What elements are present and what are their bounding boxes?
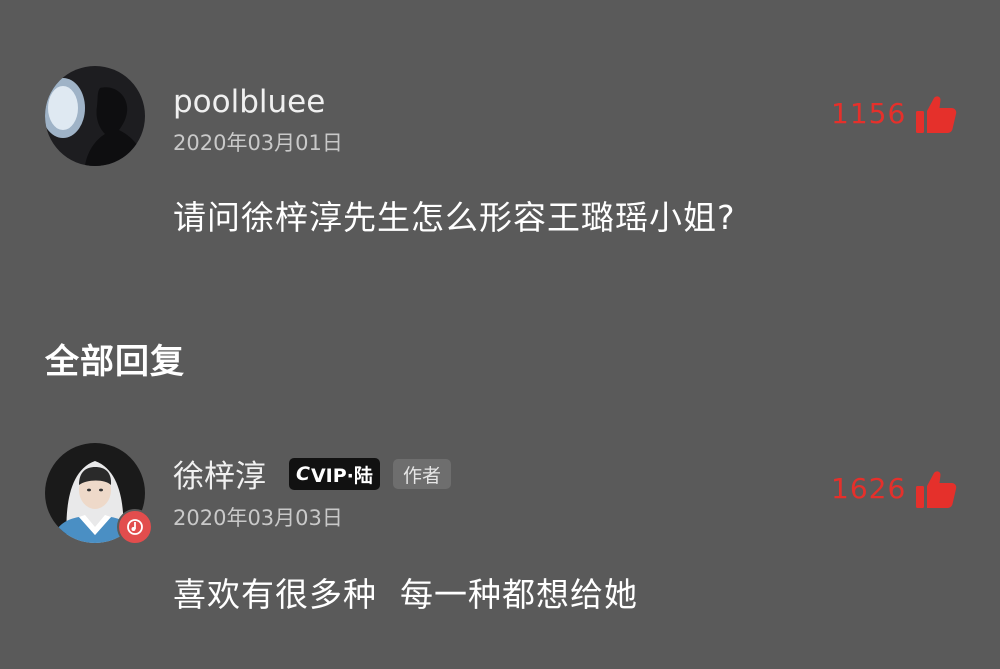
all-replies-heading: 全部回复 xyxy=(45,342,185,382)
reply-like-button[interactable]: 1626 xyxy=(831,467,958,511)
vip-badge-label: VIP·陆 xyxy=(310,464,373,487)
reply-date: 2020年03月03日 xyxy=(173,506,343,530)
author-badge: 作者 xyxy=(393,459,452,489)
reply-text: 喜欢有很多种 每一种都想给她 xyxy=(173,575,638,614)
comment-like-count: 1156 xyxy=(831,97,907,130)
vip-badge-prefix: C xyxy=(296,463,310,485)
commenter-avatar[interactable] xyxy=(45,66,145,166)
commenter-avatar-image xyxy=(45,66,145,166)
thumbs-up-icon xyxy=(916,96,957,133)
comment-text: 请问徐梓淳先生怎么形容王璐瑶小姐? xyxy=(173,198,736,237)
vip-badge: C VIP·陆 xyxy=(289,458,380,490)
thumbs-up-icon xyxy=(916,471,957,508)
reply-username[interactable]: 徐梓淳 xyxy=(173,462,266,493)
reply-like-count: 1626 xyxy=(831,472,907,505)
music-note-icon xyxy=(117,509,153,545)
comment-date: 2020年03月01日 xyxy=(173,131,343,155)
commenter-username[interactable]: poolbluee xyxy=(173,87,325,118)
comment-like-button[interactable]: 1156 xyxy=(831,92,958,136)
